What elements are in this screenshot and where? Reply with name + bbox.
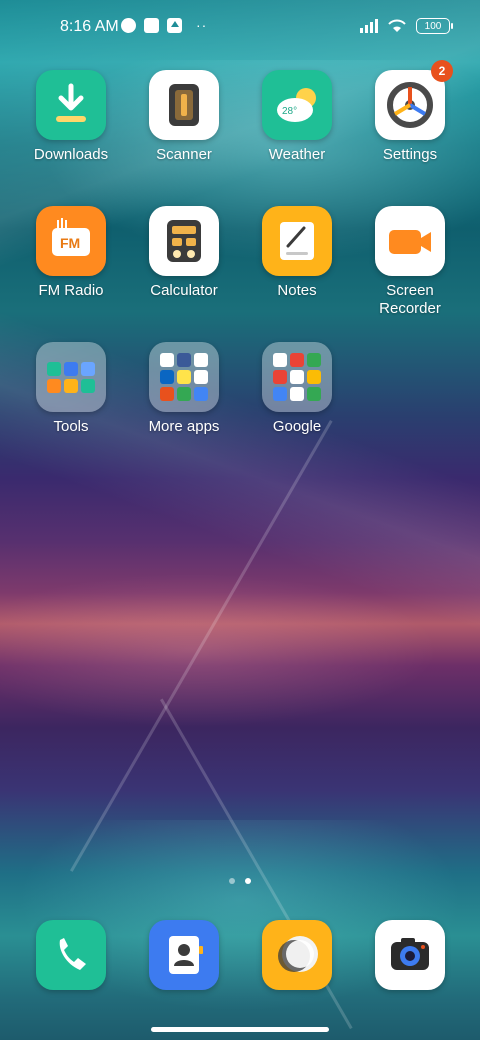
app-notes[interactable]: Notes [237,206,357,300]
settings-icon: 2 [375,60,453,140]
app-label: Settings [382,146,438,163]
mini-app-icon [47,378,61,393]
weather-icon: 28° [262,70,332,140]
wifi-icon [388,19,406,32]
mini-app-icon [81,361,95,376]
app-downloads[interactable]: Downloads [11,70,131,164]
mini-app-icon [290,370,304,384]
app-calculator[interactable]: Calculator [124,206,244,300]
app-fm-radio[interactable]: FM FM Radio [11,206,131,300]
mini-app-icon [273,387,287,401]
app-label: Google [272,418,322,435]
dock-camera[interactable] [375,920,445,990]
page-dot-active[interactable] [245,878,251,884]
mini-app-icon [273,370,287,384]
data-saver-icon [121,17,136,33]
folder-google[interactable]: Google [237,342,357,436]
app-label: Weather [268,146,326,163]
mini-app-icon [47,361,61,376]
phone-icon [36,920,106,990]
app-settings[interactable]: 2 Settings [350,60,470,164]
notes-icon [262,206,332,276]
mini-app-icon [273,353,287,367]
folder-icon [262,342,332,412]
app-screen-recorder[interactable]: Screen Recorder [350,206,470,318]
more-notifications-icon: ·· [196,17,208,33]
app-label: FM Radio [38,282,104,299]
weather-temp: 28° [282,106,297,117]
home-gesture-bar[interactable] [151,1027,329,1032]
screen-recorder-icon [375,206,445,276]
mini-app-icon [194,353,208,367]
mini-app-icon [177,387,191,401]
folder-icon [149,342,219,412]
notification-icons: ·· [121,17,207,33]
folder-tools[interactable]: Tools [11,342,131,436]
app-label: Downloads [33,146,109,163]
messages-icon [262,920,332,990]
battery-icon: 100 [416,18,453,34]
mini-app-icon [307,370,321,384]
mini-app-icon [160,353,174,367]
wallpaper-shine [0,560,480,740]
notification-square-icon [144,17,159,33]
mini-app-icon [81,378,95,393]
app-label: Screen Recorder [379,282,441,317]
camera-icon [375,920,445,990]
mini-app-icon [194,370,208,384]
folder-icon [36,342,106,412]
mini-app-icon [177,370,191,384]
app-weather[interactable]: 28° Weather [237,70,357,164]
mini-app-icon [160,370,174,384]
app-label: Scanner [156,146,212,163]
mini-app-icon [64,361,78,376]
dock-phone[interactable] [36,920,106,990]
app-label: Notes [277,282,317,299]
dock-messages[interactable] [262,920,332,990]
page-indicator [0,878,480,884]
mini-app-icon [290,353,304,367]
mini-app-icon [194,387,208,401]
mini-app-icon [160,387,174,401]
page-dot[interactable] [229,878,235,884]
mini-app-icon [177,353,191,367]
radio-icon: FM [36,206,106,276]
signal-icon [360,19,378,33]
battery-level: 100 [424,20,442,32]
download-icon [36,70,106,140]
mini-app-icon [307,353,321,367]
wallpaper-streak [70,420,333,872]
upload-icon [167,17,182,33]
status-time: 8:16 AM [60,18,119,35]
contacts-icon [149,920,219,990]
app-label: Calculator [150,282,218,299]
mini-app-icon [64,378,78,393]
system-icons: 100 [360,18,453,34]
dock-contacts[interactable] [149,920,219,990]
app-label: More apps [148,418,220,435]
app-label: Tools [53,418,89,435]
status-bar: 8:16 AM ·· 100 [0,0,480,56]
mini-app-icon [290,387,304,401]
app-scanner[interactable]: Scanner [124,70,244,164]
mini-app-icon [307,387,321,401]
notification-badge: 2 [431,60,453,82]
folder-more-apps[interactable]: More apps [124,342,244,436]
calculator-icon [149,206,219,276]
scanner-icon [149,70,219,140]
radio-label: FM [60,235,80,251]
